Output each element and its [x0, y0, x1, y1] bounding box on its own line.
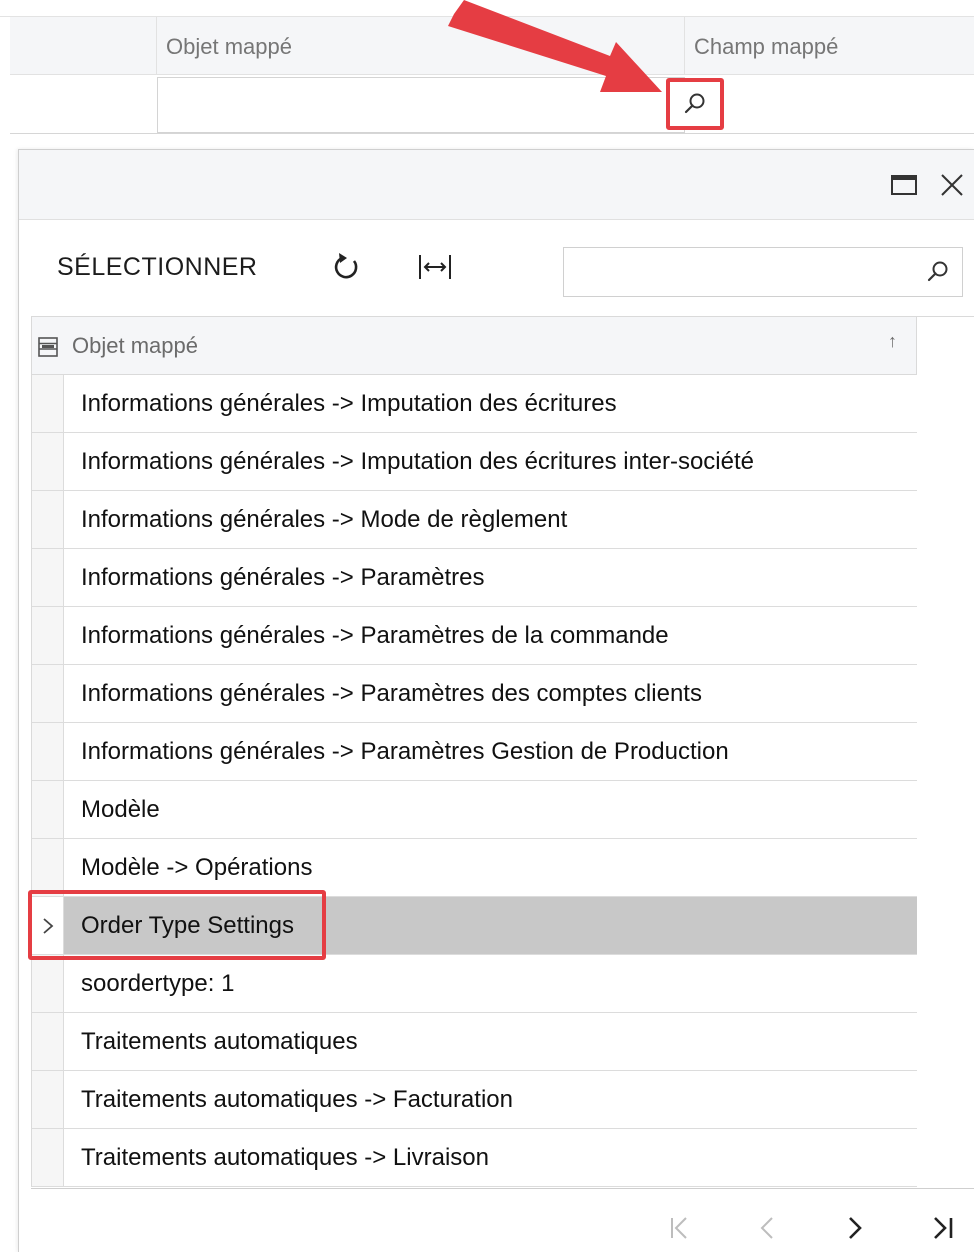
fit-columns-icon [419, 255, 451, 279]
table-row[interactable]: Informations générales -> Paramètres des… [31, 665, 917, 723]
row-label: Informations générales -> Mode de règlem… [81, 506, 568, 533]
row-label: Modèle [81, 796, 160, 823]
table-row[interactable]: Informations générales -> Paramètres Ges… [31, 723, 917, 781]
table-row[interactable]: Informations générales -> Imputation des… [31, 433, 917, 491]
column-header-objet-mappe[interactable]: Objet mappé [72, 333, 198, 359]
maximize-button[interactable] [889, 170, 919, 200]
next-page-icon [849, 1217, 862, 1239]
grid-rows: Informations générales -> Imputation des… [31, 375, 917, 1187]
table-row[interactable]: Informations générales -> Paramètres de … [31, 607, 917, 665]
chevron-right-icon [42, 917, 53, 934]
search-icon [684, 93, 705, 114]
lookup-grid: Objet mappé ↑ Informations générales -> … [31, 316, 974, 1189]
annotation-arrow [448, 0, 662, 92]
prev-page-icon [760, 1217, 773, 1239]
row-label: Informations générales -> Imputation des… [81, 390, 617, 417]
row-selector[interactable] [32, 1071, 64, 1128]
column-chooser-button[interactable] [36, 335, 60, 359]
row-selector[interactable] [32, 665, 64, 722]
refresh-icon [334, 253, 358, 279]
lookup-search-input[interactable] [563, 247, 963, 297]
table-row[interactable]: Traitements automatiques -> Facturation [31, 1071, 917, 1129]
row-selector[interactable] [32, 375, 64, 432]
row-label: soordertype: 1 [81, 970, 235, 997]
table-row[interactable]: Traitements automatiques -> Livraison [31, 1129, 917, 1187]
table-row[interactable]: soordertype: 1 [31, 955, 917, 1013]
row-selector[interactable] [32, 433, 64, 490]
column-separator [156, 17, 157, 75]
row-selector[interactable] [32, 955, 64, 1012]
lookup-panel: SÉLECTIONNER Objet mappé ↑ Informations … [18, 149, 974, 1252]
column-separator [684, 17, 685, 75]
table-row[interactable]: Informations générales -> Imputation des… [31, 375, 917, 433]
row-label: Informations générales -> Paramètres des… [81, 680, 702, 707]
panel-title-bar [19, 150, 974, 220]
close-button[interactable] [937, 170, 967, 200]
column-header-champ-mappe[interactable]: Champ mappé [694, 34, 838, 60]
table-row[interactable]: Traitements automatiques [31, 1013, 917, 1071]
row-label: Order Type Settings [81, 912, 294, 939]
row-label: Informations générales -> Paramètres [81, 564, 485, 591]
last-page-button[interactable] [923, 1208, 963, 1248]
row-label: Traitements automatiques -> Facturation [81, 1086, 513, 1113]
column-chooser-icon [38, 337, 58, 357]
select-button[interactable]: SÉLECTIONNER [57, 253, 257, 282]
row-label: Informations générales -> Paramètres de … [81, 622, 669, 649]
row-label: Informations générales -> Paramètres Ges… [81, 738, 729, 765]
table-row[interactable]: Informations générales -> Paramètres [31, 549, 917, 607]
refresh-button[interactable] [329, 249, 365, 285]
row-selector[interactable] [32, 839, 64, 896]
search-icon [927, 261, 948, 282]
table-row[interactable]: Informations générales -> Mode de règlem… [31, 491, 917, 549]
sort-ascending-icon[interactable]: ↑ [888, 331, 897, 352]
previous-page-button[interactable] [747, 1208, 787, 1248]
row-selector[interactable] [32, 781, 64, 838]
row-label: Traitements automatiques -> Livraison [81, 1144, 489, 1171]
next-page-button[interactable] [835, 1208, 875, 1248]
row-selector[interactable] [32, 1129, 64, 1186]
lookup-search-icon-button[interactable] [923, 257, 953, 287]
maximize-icon [891, 175, 917, 195]
row-selector[interactable] [32, 549, 64, 606]
table-row[interactable]: Modèle -> Opérations [31, 839, 917, 897]
grid-footer-border [31, 1188, 974, 1189]
row-selector[interactable] [32, 607, 64, 664]
row-label: Traitements automatiques [81, 1028, 358, 1055]
table-row[interactable]: Modèle [31, 781, 917, 839]
first-page-icon [671, 1217, 687, 1239]
row-selector[interactable] [32, 897, 64, 954]
close-icon [941, 174, 963, 196]
grid-header: Objet mappé ↑ [31, 317, 917, 375]
row-selector[interactable] [32, 723, 64, 780]
row-selector[interactable] [32, 491, 64, 548]
row-label: Modèle -> Opérations [81, 854, 313, 881]
column-header-objet-mappe[interactable]: Objet mappé [166, 34, 292, 60]
row-label: Informations générales -> Imputation des… [81, 448, 754, 475]
last-page-icon [934, 1217, 953, 1239]
row-selector[interactable] [32, 1013, 64, 1070]
table-row-selected[interactable]: Order Type Settings [31, 897, 917, 955]
grid-row-border [10, 133, 974, 134]
lookup-toolbar: SÉLECTIONNER [19, 221, 974, 313]
fit-columns-button[interactable] [417, 249, 453, 285]
first-page-button[interactable] [659, 1208, 699, 1248]
